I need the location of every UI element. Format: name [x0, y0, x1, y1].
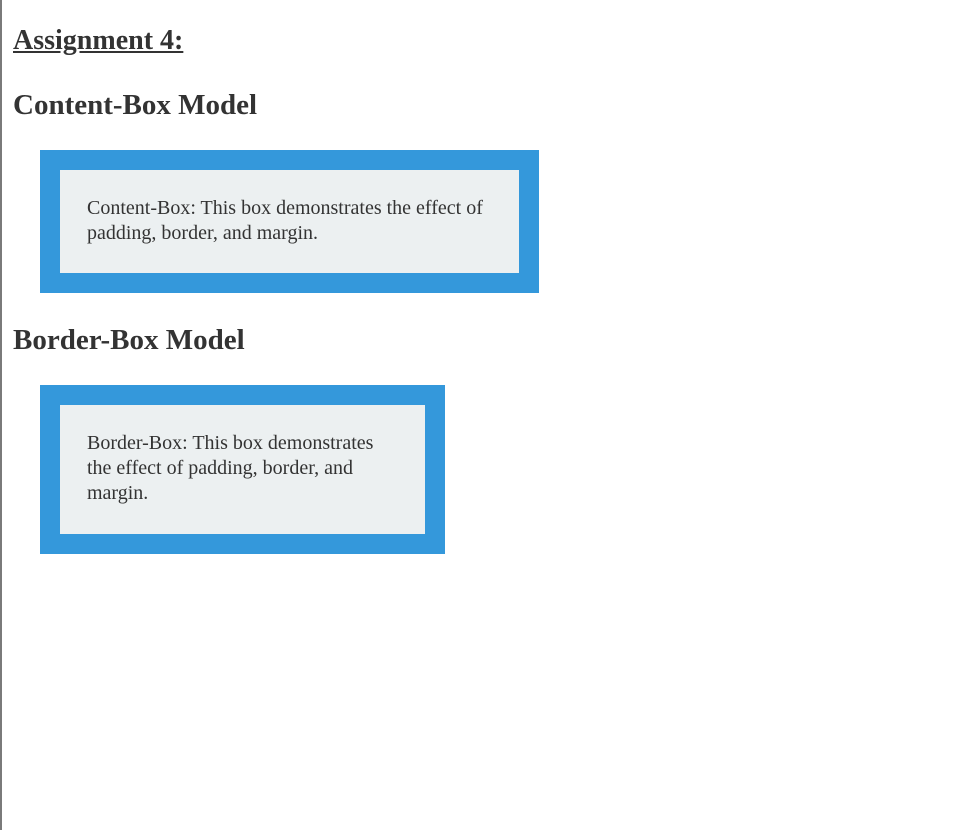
- window-left-edge: [0, 0, 2, 830]
- page-title: Assignment 4:: [13, 25, 184, 56]
- border-box-text: Border-Box: This box demonstrates the ef…: [87, 432, 374, 504]
- border-box-demo: Border-Box: This box demonstrates the ef…: [40, 385, 445, 554]
- content-box-text: Content-Box: This box demonstrates the e…: [87, 197, 483, 244]
- border-box-heading: Border-Box Model: [13, 324, 245, 356]
- content-box-heading: Content-Box Model: [13, 89, 258, 121]
- content-box-demo: Content-Box: This box demonstrates the e…: [40, 150, 539, 293]
